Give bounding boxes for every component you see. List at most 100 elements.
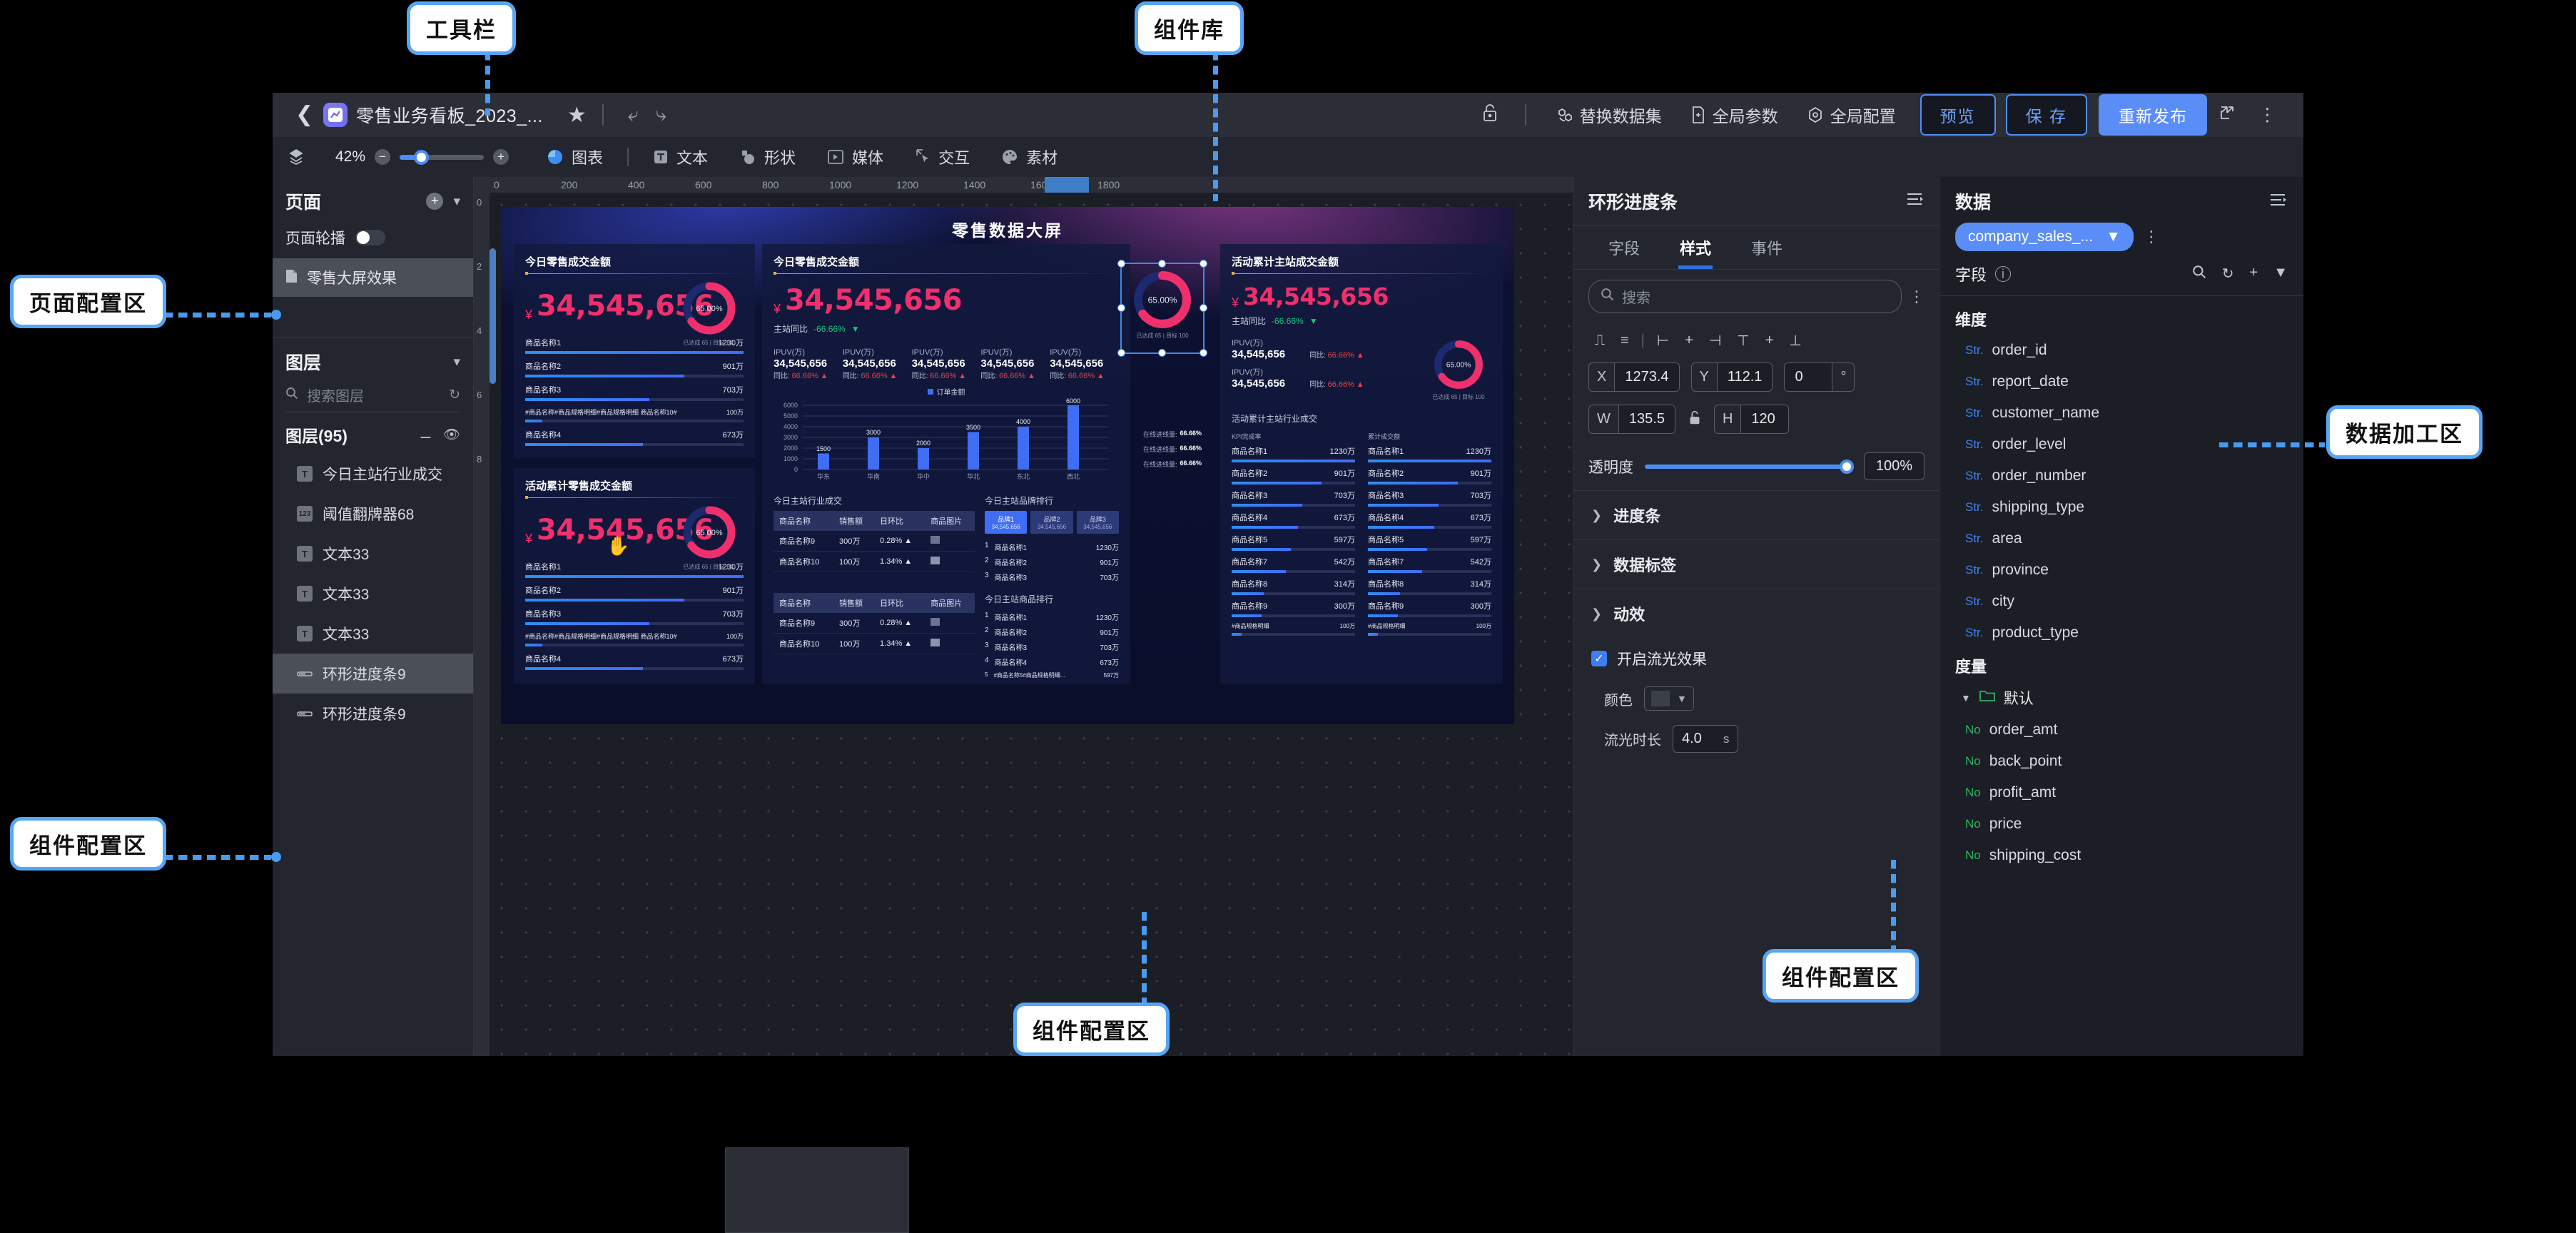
handle-bl[interactable] — [1117, 349, 1125, 357]
dimension-field[interactable]: Str. city — [1939, 586, 2303, 617]
measure-field[interactable]: No profit_amt — [1939, 777, 2303, 808]
chevron-down-icon-layers[interactable]: ▾ — [453, 354, 460, 370]
glow-checkbox[interactable]: ✓ — [1591, 651, 1607, 666]
canvas-mini-card[interactable] — [725, 1147, 909, 1233]
chevron-down-icon[interactable]: ▼ — [2273, 265, 2288, 283]
library-item-media[interactable]: 媒体 — [811, 146, 899, 168]
library-item-shape[interactable]: 形状 — [724, 146, 811, 168]
align-top-icon[interactable]: ⊤ — [1729, 332, 1757, 350]
dimension-field[interactable]: Str. shipping_type — [1939, 492, 2303, 523]
rotation-field[interactable]: 0 ° — [1784, 362, 1855, 392]
y-field[interactable]: Y 112.1 — [1690, 362, 1773, 392]
panel-menu-icon[interactable] — [2269, 192, 2288, 211]
zoom-slider[interactable] — [400, 149, 484, 165]
duration-field[interactable]: 4.0 s — [1673, 725, 1739, 753]
card-activity-retail-amount[interactable]: 活动累计零售成交金额 ¥ 34,545,656 65.00% 已达成 65 | … — [514, 468, 755, 684]
refresh-icon[interactable]: ↻ — [449, 387, 460, 403]
dataset-more-icon[interactable]: ⋮ — [2144, 228, 2159, 246]
brand-card[interactable]: 品牌1 34,545,656 — [985, 511, 1028, 534]
align-left-icon[interactable]: ⊢ — [1649, 332, 1677, 350]
brand-card[interactable]: 品牌2 34,545,656 — [1030, 511, 1073, 534]
redo-icon[interactable]: ⤷ — [647, 103, 675, 126]
lock-icon[interactable] — [1471, 103, 1509, 127]
global-param-button[interactable]: 全局参数 — [1676, 103, 1792, 127]
duration-value[interactable]: 4.0 — [1682, 731, 1702, 747]
opacity-knob[interactable] — [1839, 459, 1854, 474]
align-center-icon[interactable]: + — [1677, 333, 1701, 349]
table-row[interactable]: 商品名称10 100万 1.34% ▲ — [774, 551, 975, 572]
page-carousel-toggle[interactable] — [355, 230, 385, 245]
zoom-slider-knob[interactable] — [414, 149, 429, 165]
more-vertical-icon[interactable]: ⋮ — [2247, 104, 2288, 126]
card1-ring[interactable]: 65.00% 已达成 65 | 目标 100 — [676, 278, 742, 347]
layer-item[interactable]: 123 阈值翻牌器68 — [273, 494, 473, 534]
handle-mr[interactable] — [1200, 304, 1207, 312]
width-field[interactable]: W 135.5 — [1588, 405, 1675, 434]
library-item-material[interactable]: 素材 — [985, 146, 1073, 168]
handle-br[interactable] — [1200, 349, 1207, 357]
rotation-value[interactable]: 0 — [1785, 363, 1832, 391]
save-button[interactable]: 保 存 — [2005, 94, 2087, 136]
layer-item[interactable]: T 今日主站行业成交 — [273, 454, 473, 494]
layer-search-row[interactable]: 搜索图层 ↻ — [285, 385, 460, 412]
canvas-area[interactable]: 0 200 400 600 800 1000 1200 1400 1600 18… — [474, 177, 1573, 1233]
layers-icon[interactable] — [273, 148, 320, 166]
align-horizontal-center-icon[interactable]: ⎍ — [1587, 333, 1613, 349]
measure-folder[interactable]: ▼ 默认 — [1939, 681, 2303, 714]
dimension-field[interactable]: Str. province — [1939, 554, 2303, 586]
layer-search-input[interactable]: 搜索图层 — [307, 385, 364, 405]
dimension-field[interactable]: Str. customer_name — [1939, 397, 2303, 429]
w-value[interactable]: 135.5 — [1618, 405, 1675, 433]
y-value[interactable]: 112.1 — [1717, 363, 1773, 391]
refresh-icon[interactable]: ↻ — [2222, 265, 2234, 283]
h-value[interactable]: 120 — [1741, 405, 1789, 433]
library-item-text[interactable]: 文本 — [637, 146, 724, 168]
eye-icon[interactable]: 👁 — [443, 426, 460, 443]
opacity-slider[interactable] — [1645, 459, 1854, 474]
section-progress-bar[interactable]: ❯ 进度条 — [1574, 490, 1939, 539]
measure-field[interactable]: No shipping_cost — [1939, 840, 2303, 871]
vertical-scrollbar[interactable] — [490, 248, 496, 384]
chevron-down-icon-pages[interactable]: ▾ — [453, 193, 460, 210]
measure-field[interactable]: No order_amt — [1939, 714, 2303, 746]
add-page-icon[interactable]: + — [426, 193, 444, 210]
page-list-item[interactable]: 零售大屏效果 — [273, 258, 473, 297]
search-icon[interactable] — [2192, 265, 2206, 283]
layer-item[interactable]: T 文本33 — [273, 534, 473, 574]
library-item-interaction[interactable]: 交互 — [899, 146, 985, 168]
color-picker[interactable]: ▼ — [1644, 686, 1694, 711]
align-bottom-icon[interactable]: ⊥ — [1782, 332, 1810, 350]
dimension-field[interactable]: Str. order_id — [1939, 335, 2303, 366]
properties-search-input[interactable]: 搜索 — [1588, 280, 1902, 313]
zoom-in-icon[interactable]: + — [493, 149, 509, 165]
align-right-icon[interactable]: ⊣ — [1701, 332, 1729, 350]
card3-ring[interactable]: 65.00% 已达成 65 | 目标 100 — [1426, 337, 1491, 401]
table-row[interactable]: 商品名称9 300万 0.28% ▲ — [774, 531, 975, 552]
handle-bc[interactable] — [1158, 349, 1166, 357]
star-icon[interactable]: ★ — [567, 103, 587, 128]
preview-button[interactable]: 预览 — [1920, 94, 1996, 136]
handle-ml[interactable] — [1117, 304, 1125, 312]
info-icon[interactable]: i — [1995, 266, 2012, 282]
dimension-field[interactable]: Str. report_date — [1939, 366, 2303, 397]
layer-item[interactable]: T 文本33 — [273, 574, 473, 614]
more-vertical-icon[interactable]: ⋮ — [1909, 288, 1925, 306]
table-row[interactable]: 商品名称10 100万 1.34% ▲ — [774, 633, 975, 654]
global-config-button[interactable]: 全局配置 — [1792, 103, 1910, 127]
card-activity-cumulative[interactable]: 活动累计主站成交金额 ¥ 34,545,656 主站同比 -66.66% ▼ I… — [1220, 244, 1503, 684]
tab-events[interactable]: 事件 — [1731, 226, 1802, 269]
replace-dataset-button[interactable]: 替换数据集 — [1542, 103, 1676, 127]
layer-item-selected[interactable]: 环形进度条9 — [273, 654, 473, 694]
measure-field[interactable]: No price — [1939, 808, 2303, 840]
x-value[interactable]: 1273.4 — [1615, 363, 1679, 391]
handle-tr[interactable] — [1200, 260, 1207, 268]
tab-fields[interactable]: 字段 — [1588, 226, 1660, 269]
section-data-label[interactable]: ❯ 数据标签 — [1574, 539, 1939, 589]
opacity-value[interactable]: 100% — [1863, 452, 1925, 480]
plus-icon[interactable]: + — [2250, 265, 2258, 283]
zoom-out-icon[interactable]: − — [375, 149, 390, 165]
library-item-chart[interactable]: 图表 — [531, 146, 619, 168]
dataset-selector[interactable]: company_sales_... ▼ — [1955, 223, 2134, 251]
height-field[interactable]: H 120 — [1713, 405, 1790, 434]
undo-icon[interactable]: ⤶ — [619, 103, 647, 126]
